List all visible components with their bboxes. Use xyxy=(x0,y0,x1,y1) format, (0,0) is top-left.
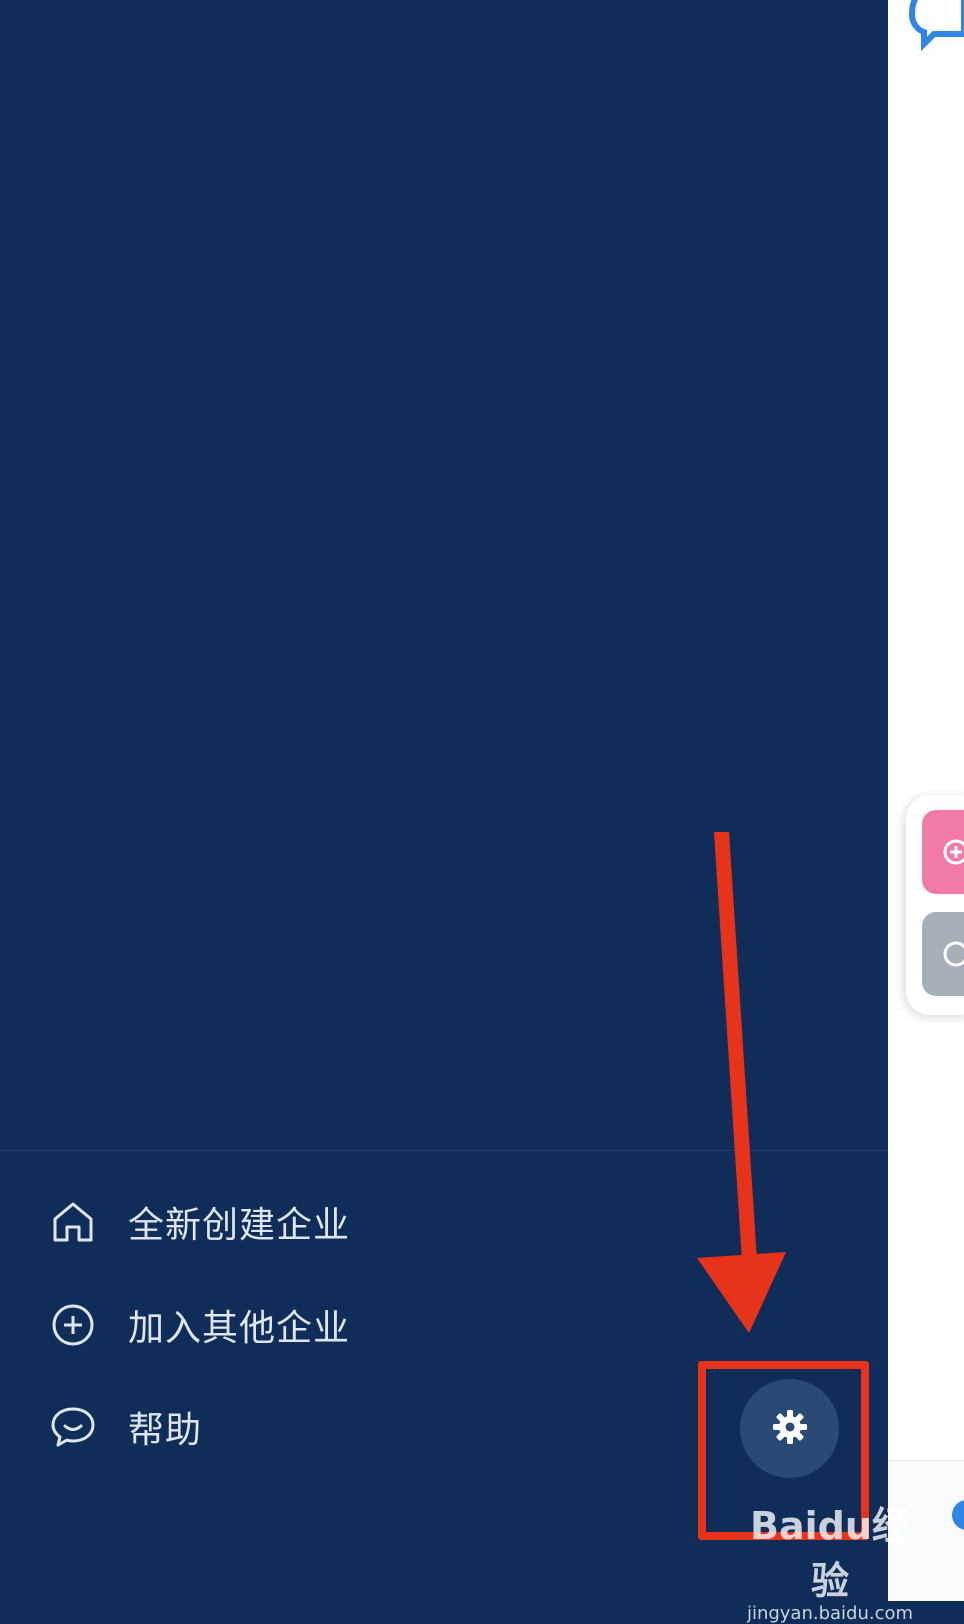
circle-icon xyxy=(943,941,964,967)
watermark-brand: Baidu经验 xyxy=(750,1504,910,1603)
side-drawer: 全新创建企业 加入其他企业 帮助 xyxy=(0,0,888,1600)
chat-bubble-icon xyxy=(48,1402,98,1452)
home-icon xyxy=(48,1197,98,1247)
watermark: Baidu经验 jingyan.baidu.com xyxy=(740,1495,920,1624)
menu-item-label: 全新创建企业 xyxy=(128,1205,351,1246)
menu-item-create-company[interactable]: 全新创建企业 xyxy=(48,1192,468,1252)
chat-bubble-icon xyxy=(908,0,964,52)
add-shortcut-button[interactable] xyxy=(922,810,964,894)
menu-item-join-company[interactable]: 加入其他企业 xyxy=(48,1295,468,1355)
secondary-shortcut-button[interactable] xyxy=(922,912,964,996)
plus-circle-icon xyxy=(48,1300,98,1350)
menu-item-label: 加入其他企业 xyxy=(128,1308,351,1349)
menu-item-help[interactable]: 帮助 xyxy=(48,1397,468,1457)
plus-circle-icon xyxy=(943,839,964,865)
menu-divider xyxy=(0,1150,888,1151)
watermark-url: jingyan.baidu.com xyxy=(746,1603,914,1624)
menu-item-label: 帮助 xyxy=(128,1410,203,1451)
